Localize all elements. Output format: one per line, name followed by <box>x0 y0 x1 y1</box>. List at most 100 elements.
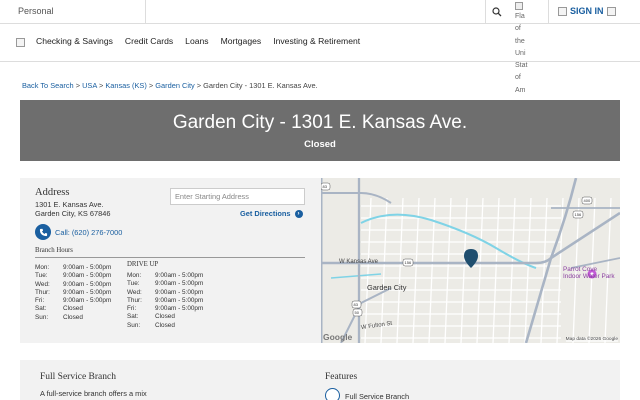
address-line1: 1301 E. Kansas Ave. <box>35 200 104 209</box>
hours-day: Sat: <box>127 313 139 321</box>
hours-time: 9:00am - 5:00pm <box>63 288 112 296</box>
hours-day: Mon: <box>35 264 50 271</box>
hours-row: Wed: 9:00am - 5:00pm <box>127 289 203 297</box>
breadcrumb-kansas[interactable]: Kansas (KS) <box>105 81 147 90</box>
flag-alt-line: of <box>515 74 521 82</box>
flag-alt-line: Fla <box>515 13 525 20</box>
divider <box>548 0 549 24</box>
breadcrumb-current: Garden City - 1301 E. Kansas Ave. <box>203 81 318 90</box>
get-directions-button[interactable]: Get Directions › <box>240 209 303 218</box>
sign-in-link[interactable]: SIGN IN <box>558 6 616 16</box>
divider <box>145 0 146 24</box>
hours-time: 9:00am - 5:00pm <box>63 264 112 271</box>
starting-address-input[interactable] <box>170 188 305 205</box>
status-badge: Closed <box>304 139 336 150</box>
hours-day: Thur: <box>127 296 142 304</box>
hours-day: Wed: <box>127 288 142 296</box>
hours-time: Closed <box>155 313 175 321</box>
hours-day: Sun: <box>127 321 141 329</box>
nav-item-checking-savings[interactable]: Checking & Savings <box>36 36 113 46</box>
nav-item-mortgages[interactable]: Mortgages <box>221 36 262 46</box>
hours-day: Mon: <box>127 272 142 279</box>
branch-details-panel: Full Service Branch A full-service branc… <box>20 360 620 400</box>
chevron-icon <box>606 6 616 16</box>
hours-row: Wed: 9:00am - 5:00pm <box>35 281 111 289</box>
hours-day: Fri: <box>35 297 45 305</box>
main-nav: Checking & Savings Credit Cards Loans Mo… <box>0 24 640 62</box>
hours-time: Closed <box>63 305 83 313</box>
hours-row: Fri: 9:00am - 5:00pm <box>35 297 111 305</box>
logo-icon[interactable] <box>16 38 25 47</box>
feature-item: Full Service Branch <box>345 392 410 400</box>
hours-row: Fri: 9:00am - 5:00pm <box>127 305 203 313</box>
nav-item-credit-cards[interactable]: Credit Cards <box>125 36 173 46</box>
svg-text:83: 83 <box>354 302 359 307</box>
hours-row: Sun: Closed <box>127 322 203 330</box>
divider <box>35 257 305 258</box>
page-title: Garden City - 1301 E. Kansas Ave. <box>172 112 468 133</box>
hours-time: 9:00am - 5:00pm <box>63 272 112 280</box>
hours-row: Thur: 9:00am - 5:00pm <box>127 297 203 305</box>
hours-day: Tue: <box>127 280 140 288</box>
hours-row: Mon: 9:00am - 5:00pm <box>127 272 203 280</box>
drive-up-heading: DRIVE UP <box>127 261 159 268</box>
phone-icon <box>35 224 51 240</box>
utility-bar: Personal Fla of the Uni Stat of Am SIGN IN <box>0 0 640 94</box>
svg-text:83: 83 <box>323 184 328 189</box>
hours-day: Sat: <box>35 305 47 313</box>
hours-row: Tue: 9:00am - 5:00pm <box>127 280 203 288</box>
breadcrumb-separator: > <box>196 81 202 90</box>
breadcrumb-garden-city[interactable]: Garden City <box>155 81 194 90</box>
nav-item-investing[interactable]: Investing & Retirement <box>273 36 360 46</box>
map-city-label: Garden City <box>367 283 407 292</box>
location-map[interactable]: 83 156 156 400 83 50 W Kansas Ave Garden… <box>321 178 620 343</box>
branch-hours-heading: Branch Hours <box>35 247 73 254</box>
hours-day: Tue: <box>35 272 48 280</box>
svg-text:156: 156 <box>575 212 582 217</box>
hours-time: 9:00am - 5:00pm <box>63 280 112 288</box>
branch-hours-list: Mon: 9:00am - 5:00pm Tue: 9:00am - 5:00pm We… <box>35 264 111 322</box>
drive-up-hours-list: Mon: 9:00am - 5:00pm Tue: 9:00am - 5:00pm We… <box>127 272 203 330</box>
hours-time: 9:00am - 5:00pm <box>155 280 204 288</box>
call-link[interactable]: Call: (620) 276-7000 <box>35 224 122 240</box>
sign-in-label: SIGN IN <box>570 6 604 16</box>
search-icon <box>491 7 501 17</box>
breadcrumb-separator: > <box>148 81 154 90</box>
breadcrumb-back-to-search[interactable]: Back To Search <box>22 81 74 90</box>
breadcrumb-separator: > <box>75 81 81 90</box>
hours-row: Thur: 9:00am - 5:00pm <box>35 289 111 297</box>
nav-item-loans[interactable]: Loans <box>185 36 208 46</box>
hours-time: 9:00am - 5:00pm <box>155 296 204 304</box>
segment-personal[interactable]: Personal <box>18 6 54 16</box>
breadcrumb-usa[interactable]: USA <box>82 81 97 90</box>
hours-row: Tue: 9:00am - 5:00pm <box>35 272 111 280</box>
flag-image-icon <box>515 2 523 10</box>
get-directions-label: Get Directions <box>240 209 291 218</box>
branch-hero: Garden City - 1301 E. Kansas Ave. Closed <box>20 100 620 161</box>
map-street-label: W Kansas Ave <box>339 259 378 265</box>
hours-day: Thur: <box>35 288 50 296</box>
arrow-right-icon: › <box>294 209 303 218</box>
hours-row: Sun: Closed <box>35 314 111 322</box>
google-logo: Google <box>323 332 353 342</box>
hours-row: Mon: 9:00am - 5:00pm <box>35 264 111 272</box>
hours-row: Sat: Closed <box>127 313 203 321</box>
branch-type-heading: Full Service Branch <box>40 372 116 382</box>
hours-day: Wed: <box>35 280 50 288</box>
svg-text:156: 156 <box>405 260 412 265</box>
search-button[interactable] <box>485 0 507 24</box>
address-line2: Garden City, KS 67846 <box>35 209 111 218</box>
svg-text:400: 400 <box>584 198 591 203</box>
hours-time: 9:00am - 5:00pm <box>155 288 204 296</box>
bank-icon <box>325 388 340 400</box>
branch-info-panel: Address 1301 E. Kansas Ave. Garden City,… <box>20 178 321 343</box>
hours-day: Fri: <box>127 305 137 313</box>
address-heading: Address <box>35 187 70 198</box>
call-label: Call: (620) 276-7000 <box>55 227 123 237</box>
hours-time: Closed <box>155 321 175 329</box>
lock-icon <box>558 6 567 16</box>
hours-day: Sun: <box>35 313 49 321</box>
hours-time: 9:00am - 5:00pm <box>63 297 112 305</box>
map-park-label: Parrot Cove Indoor Water Park <box>563 266 615 280</box>
features-heading: Features <box>325 372 358 382</box>
